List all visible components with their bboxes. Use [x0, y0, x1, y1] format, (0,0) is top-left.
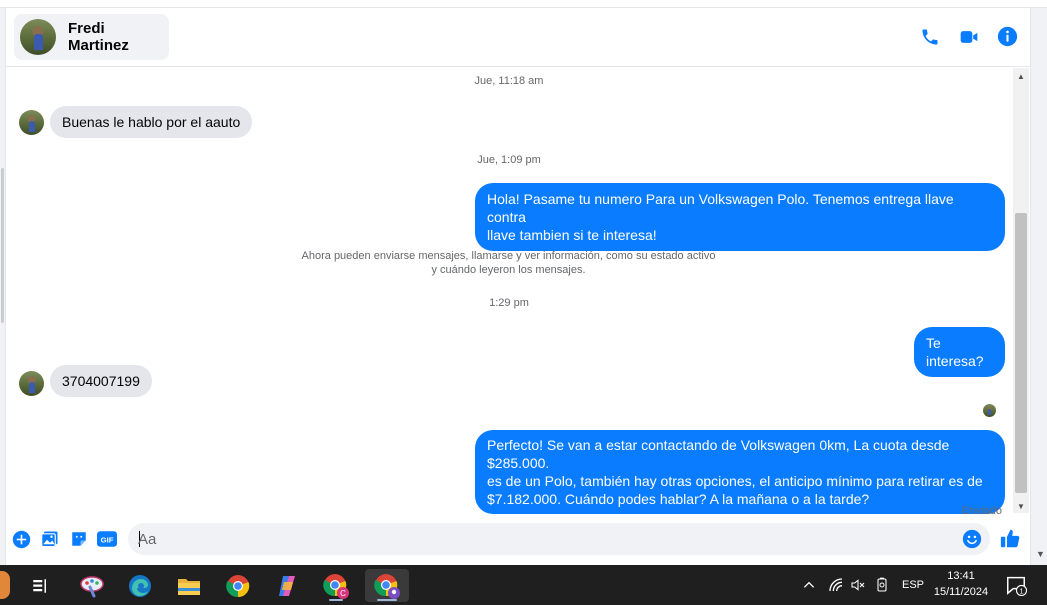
message-line: Perfecto! Se van a estar contactando de …	[487, 437, 950, 471]
video-camera-icon[interactable]	[958, 26, 979, 47]
thumbs-up-icon[interactable]	[999, 526, 1021, 550]
notification-count: 1	[1019, 586, 1023, 595]
message-input[interactable]	[138, 523, 938, 555]
message-list[interactable]: Jue, 11:18 am Buenas le hablo por el aau…	[6, 68, 1012, 517]
chat-header: Fredi Martinez	[6, 8, 1030, 67]
scroll-up-arrow[interactable]: ▲	[1017, 72, 1025, 81]
outgoing-message[interactable]: Hola! Pasame tu numero Para un Volkswage…	[475, 183, 1005, 251]
task-view-icon[interactable]	[20, 569, 60, 602]
contact-name: Fredi Martinez	[68, 20, 129, 54]
timestamp: 1:29 pm	[489, 297, 529, 309]
message-input-container[interactable]	[128, 523, 990, 555]
seen-avatar	[983, 404, 996, 417]
contact-profile-button[interactable]: Fredi Martinez	[14, 14, 169, 60]
phone-icon[interactable]	[919, 26, 940, 47]
gif-label: GIF	[101, 535, 114, 544]
message-status: Enviado	[962, 505, 1002, 517]
sender-avatar	[19, 371, 44, 396]
sticker-icon[interactable]	[69, 529, 89, 549]
incoming-message[interactable]: Buenas le hablo por el aauto	[50, 106, 253, 138]
sender-avatar	[19, 110, 44, 135]
file-explorer-icon[interactable]	[169, 569, 209, 602]
taskbar: C ESP 13:41 15/11/2024 1	[0, 565, 1047, 605]
wifi-icon[interactable]	[828, 565, 844, 605]
info-icon[interactable]	[997, 26, 1018, 47]
running-indicator	[329, 599, 343, 601]
message-composer: GIF	[6, 519, 1030, 559]
page-scrollbar[interactable]: ▼	[1030, 8, 1047, 565]
chat-panel: Fredi Martinez Jue, 11:18 am Buenas le h…	[6, 8, 1030, 565]
header-actions	[919, 26, 1018, 47]
window-top-strip	[0, 0, 1047, 8]
message-line: es de un Polo, también hay otras opcione…	[487, 473, 983, 489]
system-notice-line: Ahora pueden enviarse mensajes, llamarse…	[301, 250, 716, 262]
scrollbar-thumb[interactable]	[1015, 213, 1027, 493]
incoming-message[interactable]: 3704007199	[50, 365, 152, 397]
language-indicator[interactable]: ESP	[902, 565, 924, 605]
battery-icon[interactable]	[874, 565, 890, 605]
edge-icon[interactable]	[120, 569, 160, 602]
browser-window: ▼ Fredi Martinez Jue, 11:18 am Buenas le…	[0, 0, 1047, 565]
emoji-icon[interactable]	[962, 529, 982, 549]
plus-circle-icon[interactable]	[11, 529, 31, 549]
scroll-down-arrow[interactable]: ▼	[1017, 502, 1025, 511]
photo-icon[interactable]	[40, 529, 60, 549]
outgoing-message[interactable]: Perfecto! Se van a estar contactando de …	[475, 430, 1005, 514]
system-notice-line: y cuándo leyeron los mensajes.	[431, 264, 586, 276]
copilot-icon[interactable]	[267, 569, 307, 602]
running-indicator	[377, 599, 397, 601]
message-line: Hola! Pasame tu numero Para un Volkswage…	[487, 191, 954, 225]
outgoing-message[interactable]: Te interesa?	[914, 327, 1005, 377]
notification-icon[interactable]: 1	[1005, 565, 1027, 605]
chrome-icon[interactable]	[218, 569, 258, 602]
gif-icon[interactable]: GIF	[97, 529, 117, 549]
chrome-profile-c-icon[interactable]: C	[316, 569, 356, 602]
volume-muted-icon[interactable]	[850, 565, 866, 605]
page-scroll-down-arrow[interactable]: ▼	[1036, 549, 1045, 559]
paint-icon[interactable]	[72, 569, 112, 602]
clock-date: 15/11/2024	[933, 586, 989, 598]
left-scrollbar-thumb[interactable]	[1, 168, 4, 323]
chrome-profile-active-icon[interactable]	[365, 569, 409, 602]
partial-app-icon[interactable]	[0, 571, 10, 599]
timestamp: Jue, 1:09 pm	[477, 154, 541, 166]
contact-avatar	[20, 19, 56, 55]
svg-text:C: C	[340, 589, 346, 598]
timestamp: Jue, 11:18 am	[474, 75, 544, 87]
tray-overflow-icon[interactable]	[802, 565, 816, 605]
message-line: llave tambien si te interesa!	[487, 227, 657, 243]
message-line: $7.182.000. Cuándo podes hablar? A la ma…	[487, 491, 870, 507]
system-clock[interactable]: 13:41 15/11/2024	[928, 568, 994, 600]
message-scrollbar[interactable]: ▲ ▼	[1013, 68, 1029, 513]
system-notice: Ahora pueden enviarse mensajes, llamarse…	[296, 249, 721, 277]
clock-time: 13:41	[947, 570, 975, 582]
